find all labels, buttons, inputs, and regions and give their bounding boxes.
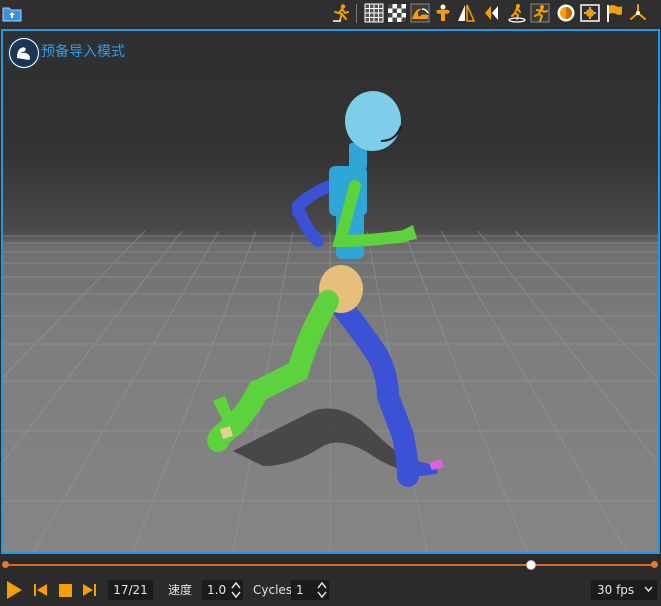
muscle-figure-icon[interactable] <box>433 3 453 23</box>
fps-dropdown[interactable]: 30 fps <box>591 580 657 600</box>
speed-label: 速度 <box>168 583 193 597</box>
mode-badge[interactable] <box>7 36 41 70</box>
frame-counter[interactable]: 17/21 <box>108 580 153 600</box>
cycles-spinbox[interactable]: 1 <box>291 580 329 600</box>
speed-value: 1.0 <box>207 583 227 597</box>
playback-controls: 17/21 速度 1.0 Cycles: 1 30 fps <box>0 574 661 606</box>
cycles-value: 1 <box>296 583 304 597</box>
mirror-icon[interactable] <box>456 3 476 23</box>
wave-icon[interactable] <box>410 3 430 23</box>
timeline-end-marker[interactable] <box>651 561 658 568</box>
axis-icon[interactable] <box>628 3 648 23</box>
step-forward-icon[interactable] <box>80 580 98 600</box>
frame-center-icon[interactable] <box>580 3 600 23</box>
import-folder-icon[interactable] <box>2 5 22 22</box>
grid-icon[interactable] <box>364 3 384 23</box>
character-pose-icon[interactable] <box>331 3 351 23</box>
muscle-arm-icon <box>10 39 38 67</box>
previous-icon[interactable] <box>482 3 502 23</box>
top-toolbar <box>0 0 661 56</box>
circle-target-icon[interactable] <box>556 3 576 23</box>
motion-editor-app: 预备导入模式 17/21 速度 1.0 Cycles: 1 30 fps <box>0 0 661 606</box>
running-figure-icon[interactable] <box>530 3 550 23</box>
spinner-arrows-icon[interactable] <box>231 581 241 599</box>
cycles-label: Cycles: <box>253 583 297 597</box>
fps-value: 30 fps <box>597 583 635 597</box>
3d-viewport[interactable]: 预备导入模式 <box>1 29 660 554</box>
stop-icon[interactable] <box>57 580 73 600</box>
chevron-down-icon <box>644 586 653 593</box>
step-back-icon[interactable] <box>32 580 50 600</box>
spinner-arrows-icon[interactable] <box>317 581 327 599</box>
toolbar-separator <box>356 4 357 23</box>
timeline-track[interactable] <box>5 564 654 566</box>
timeline-playhead[interactable] <box>525 560 536 570</box>
timeline-start-marker[interactable] <box>2 561 9 568</box>
play-icon[interactable] <box>4 580 24 600</box>
checkerboard-icon[interactable] <box>387 3 407 23</box>
flag-icon[interactable] <box>604 3 624 23</box>
timeline-scrubber[interactable] <box>0 556 661 574</box>
scene-canvas <box>3 91 658 552</box>
ground-skate-icon[interactable] <box>507 3 527 23</box>
mode-label: 预备导入模式 <box>41 44 125 60</box>
speed-spinbox[interactable]: 1.0 <box>202 580 243 600</box>
